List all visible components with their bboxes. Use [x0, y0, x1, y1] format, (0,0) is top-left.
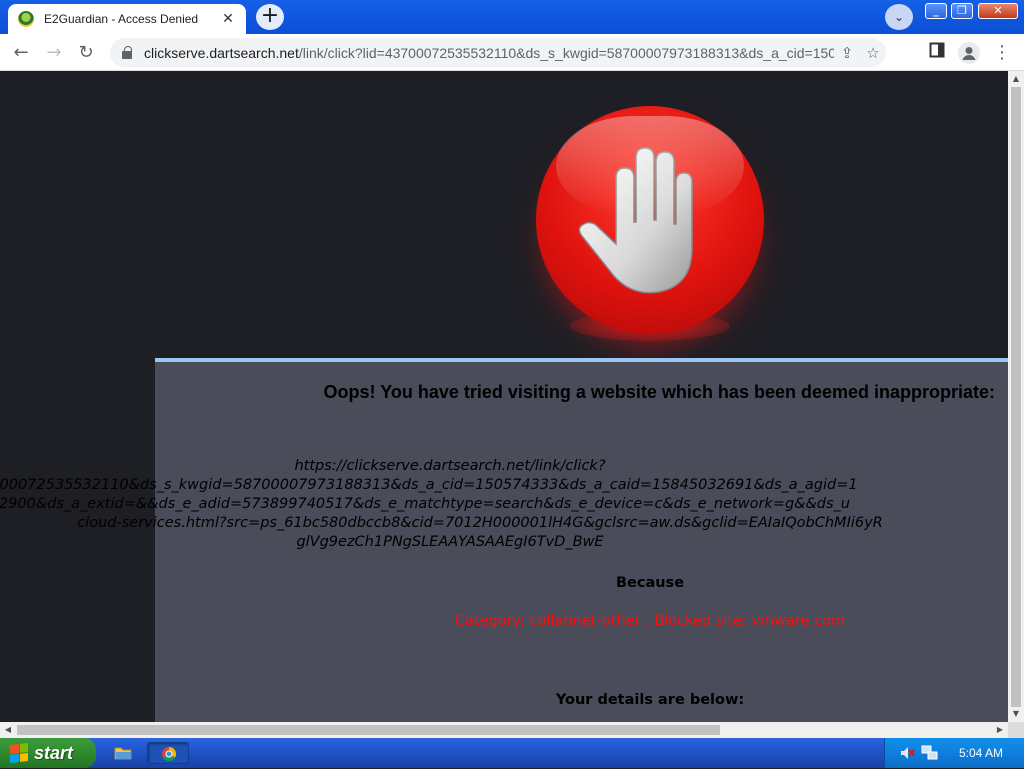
url-path: /link/click?lid=43700072535532110&ds_s_k…: [298, 44, 834, 61]
vertical-scrollbar[interactable]: ▲ ▼: [1008, 71, 1024, 722]
chrome-icon: [162, 746, 177, 762]
tab-close-icon[interactable]: ✕: [220, 11, 236, 27]
start-label: start: [34, 742, 74, 763]
details-heading: Your details are below:: [555, 692, 745, 708]
block-reason: Category: collabnet-other , Blocked site…: [454, 613, 846, 629]
sidepanel-icon[interactable]: [926, 42, 948, 64]
blocked-url-line: cloud-services.html?src=ps_61bc580dbccb8…: [77, 515, 883, 531]
clock[interactable]: 5:04 AM: [959, 746, 1003, 760]
browser-menu-icon[interactable]: ⋮: [991, 42, 1013, 64]
stop-sign: [536, 106, 764, 334]
vertical-scroll-thumb[interactable]: [1011, 87, 1021, 707]
browser-titlebar: E2Guardian - Access Denied ✕ + ⌄ _ ❐ ✕: [0, 0, 1024, 34]
blocked-page: Oops! You have tried visiting a website …: [0, 71, 1008, 722]
browser-toolbar: ← → ↻ clickserve.dartsearch.net/link/cli…: [0, 34, 1024, 71]
window-restore-button[interactable]: ❐: [951, 3, 973, 19]
system-tray: 5:04 AM: [884, 738, 1024, 768]
reload-button[interactable]: ↻: [73, 40, 99, 66]
message-panel: Oops! You have tried visiting a website …: [0, 358, 1008, 722]
address-bar[interactable]: clickserve.dartsearch.net/link/click?lid…: [110, 38, 886, 67]
taskbar: start 5:04 AM: [0, 738, 1024, 768]
windows-flag-icon: [10, 743, 28, 763]
window-close-button[interactable]: ✕: [978, 3, 1018, 19]
scroll-left-icon[interactable]: ◀: [0, 722, 16, 738]
scroll-up-icon[interactable]: ▲: [1008, 71, 1024, 87]
blocked-url-line: 28182900&ds_a_extid=&&ds_e_adid=57389974…: [0, 496, 850, 512]
chrome-taskbar-button[interactable]: [147, 742, 189, 764]
scroll-down-icon[interactable]: ▼: [1008, 706, 1024, 722]
page-headline: Oops! You have tried visiting a website …: [323, 382, 995, 402]
start-button[interactable]: start: [0, 738, 96, 768]
lock-icon[interactable]: [122, 45, 132, 59]
because-label: Because: [615, 575, 685, 591]
blocked-url-line: https://clickserve.dartsearch.net/link/c…: [294, 458, 606, 474]
address-url[interactable]: clickserve.dartsearch.net/link/click?lid…: [144, 45, 834, 61]
window-minimize-button[interactable]: _: [925, 3, 947, 19]
blocked-url-line: glVg9ezCh1PNgSLEAAYASAAEgI6TvD_BwE: [296, 534, 604, 550]
horizontal-scroll-thumb[interactable]: [17, 725, 720, 735]
forward-button[interactable]: →: [41, 40, 67, 66]
stop-hand-icon: [578, 147, 693, 294]
horizontal-scrollbar[interactable]: ◀ ▶: [0, 722, 1008, 738]
back-button[interactable]: ←: [8, 40, 34, 66]
active-tab[interactable]: E2Guardian - Access Denied ✕: [8, 4, 246, 34]
scroll-right-icon[interactable]: ▶: [992, 722, 1008, 738]
profile-icon[interactable]: [958, 42, 980, 64]
new-tab-button[interactable]: +: [256, 4, 284, 30]
folder-icon[interactable]: [110, 742, 136, 764]
tab-title: E2Guardian - Access Denied: [44, 12, 199, 26]
e2guardian-favicon-icon: [18, 11, 34, 27]
mute-icon[interactable]: [899, 745, 915, 761]
blocked-url: https://clickserve.dartsearch.net/link/c…: [0, 457, 1008, 552]
share-icon[interactable]: ⇪: [834, 44, 860, 62]
url-host: clickserve.dartsearch.net: [144, 44, 299, 61]
blocked-url-line: lid=43700072535532110&ds_s_kwgid=5870000…: [0, 477, 858, 493]
scrollbar-corner: [1008, 722, 1024, 738]
tab-search-button[interactable]: ⌄: [885, 4, 913, 30]
star-icon[interactable]: ☆: [860, 44, 886, 62]
network-icon[interactable]: [921, 744, 939, 762]
